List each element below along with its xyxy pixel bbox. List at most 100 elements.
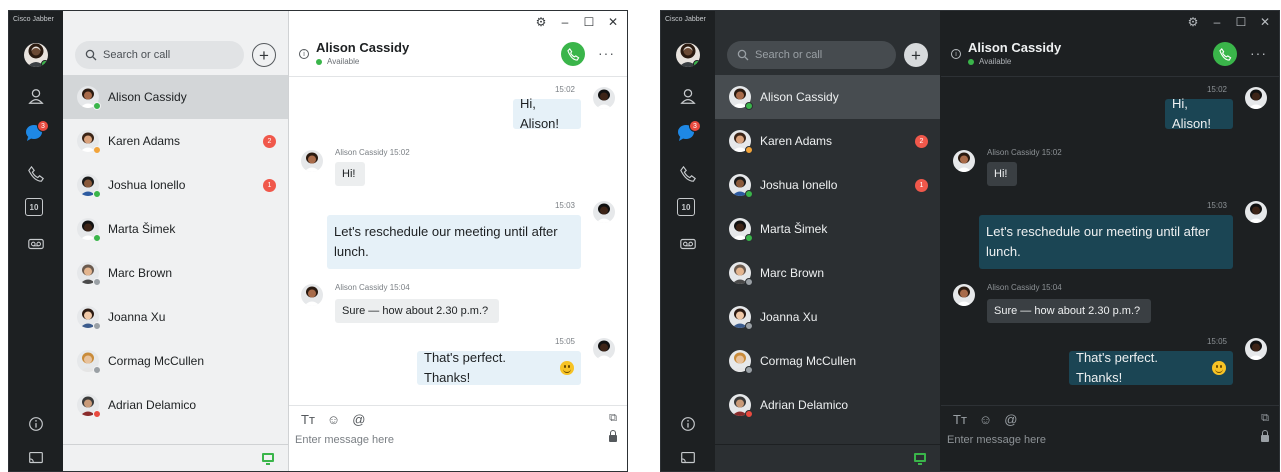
info-icon[interactable] <box>25 413 47 435</box>
contact-item[interactable]: Cormag McCullen <box>715 339 940 383</box>
popout-icon[interactable]: ⧉ <box>609 412 617 425</box>
contact-panel-footer <box>715 444 940 471</box>
contact-avatar <box>729 174 753 198</box>
cast-icon[interactable] <box>25 447 47 469</box>
contact-item[interactable]: Marta Šimek <box>63 207 288 251</box>
my-avatar[interactable] <box>676 43 700 67</box>
text-format-icon[interactable]: Tт <box>953 412 967 427</box>
maximize-button[interactable]: ☐ <box>1235 16 1247 28</box>
contact-info-icon[interactable]: i <box>951 49 961 59</box>
contact-avatar <box>729 394 753 418</box>
mention-icon[interactable]: @ <box>352 412 365 427</box>
conversation-pane: ⚙ – ☐ ✕ i Alison Cassidy Available ··· 1… <box>289 11 627 471</box>
contact-item[interactable]: Adrian Delamico <box>715 383 940 427</box>
presence-dot <box>93 410 101 418</box>
more-options-button[interactable]: ··· <box>598 45 615 61</box>
phone-icon <box>566 47 579 61</box>
contact-avatar <box>77 306 101 330</box>
search-input[interactable]: Search or call <box>727 41 896 69</box>
contact-item[interactable]: Joshua Ionello 1 <box>715 163 940 207</box>
unread-badge: 2 <box>263 135 276 148</box>
contact-item[interactable]: Karen Adams 2 <box>715 119 940 163</box>
call-button[interactable] <box>561 42 585 66</box>
close-button[interactable]: ✕ <box>1259 16 1271 28</box>
contact-name: Cormag McCullen <box>108 354 205 368</box>
contact-item[interactable]: Marc Brown <box>63 251 288 295</box>
contact-avatar <box>77 262 101 286</box>
close-button[interactable]: ✕ <box>607 16 619 28</box>
peer-name: Alison Cassidy <box>316 40 410 55</box>
message-text: Hi, Alison! <box>520 96 560 131</box>
message-text: Hi! <box>994 168 1008 180</box>
contact-info-icon[interactable]: i <box>299 49 309 59</box>
contact-item[interactable]: Adrian Delamico <box>63 383 288 427</box>
message-text: Let's reschedule our meeting until after… <box>986 224 1210 259</box>
nav-rail: Cisco Jabber 3 10 <box>9 11 63 471</box>
monitor-icon[interactable] <box>262 453 274 465</box>
phone-icon[interactable] <box>25 163 47 185</box>
search-input[interactable]: Search or call <box>75 41 244 69</box>
contact-item[interactable]: Alison Cassidy <box>63 75 288 119</box>
contact-item[interactable]: Alison Cassidy <box>715 75 940 119</box>
calendar-icon[interactable]: 10 <box>677 198 695 216</box>
contact-item[interactable]: Joanna Xu <box>715 295 940 339</box>
contact-avatar <box>729 130 753 154</box>
emoji-icon[interactable]: ☺ <box>979 412 992 427</box>
message-time: 15:05 <box>554 337 575 346</box>
message-header: Alison Cassidy 15:04 <box>987 283 1062 292</box>
app-title: Cisco Jabber <box>665 16 706 23</box>
add-contact-button[interactable]: + <box>904 43 928 67</box>
outgoing-message: Hi, Alison! <box>513 96 581 131</box>
phone-icon[interactable] <box>677 163 699 185</box>
monitor-icon[interactable] <box>914 453 926 465</box>
search-placeholder: Search or call <box>755 49 823 61</box>
text-format-icon[interactable]: Tт <box>301 412 315 427</box>
presence-dot <box>93 190 101 198</box>
settings-icon[interactable]: ⚙ <box>535 16 547 28</box>
add-contact-button[interactable]: + <box>252 43 276 67</box>
contact-avatar <box>729 262 753 286</box>
message-text: That's perfect. Thanks! <box>424 350 506 385</box>
calendar-icon[interactable]: 10 <box>25 198 43 216</box>
contacts-icon[interactable] <box>25 85 47 107</box>
message-time: 15:05 <box>1206 337 1227 346</box>
more-options-button[interactable]: ··· <box>1250 45 1267 61</box>
contact-avatar <box>77 394 101 418</box>
emoji-icon[interactable]: ☺ <box>327 412 340 427</box>
contact-item[interactable]: Joanna Xu <box>63 295 288 339</box>
status-dot <box>316 58 322 65</box>
voicemail-icon[interactable] <box>25 233 47 255</box>
contact-list: Alison Cassidy Karen Adams 2 Joshua Ionello… <box>715 75 940 427</box>
message-input[interactable]: Enter message here <box>295 434 394 446</box>
message-header: Alison Cassidy 15:04 <box>335 283 410 292</box>
my-avatar[interactable] <box>24 43 48 67</box>
voicemail-icon[interactable] <box>677 233 699 255</box>
presence-dot <box>745 322 753 330</box>
settings-icon[interactable]: ⚙ <box>1187 16 1199 28</box>
outgoing-message: Hi, Alison! <box>1165 96 1233 131</box>
lock-icon <box>609 430 617 442</box>
contact-name: Marta Šimek <box>108 222 176 236</box>
popout-icon[interactable]: ⧉ <box>1261 412 1269 425</box>
incoming-message: Sure — how about 2.30 p.m.? <box>335 299 499 323</box>
minimize-button[interactable]: – <box>1211 16 1223 28</box>
message-input[interactable]: Enter message here <box>947 434 1046 446</box>
mention-icon[interactable]: @ <box>1004 412 1017 427</box>
contact-item[interactable]: Joshua Ionello 1 <box>63 163 288 207</box>
my-status-dot <box>41 60 48 67</box>
contact-item[interactable]: Karen Adams 2 <box>63 119 288 163</box>
contact-item[interactable]: Cormag McCullen <box>63 339 288 383</box>
presence-dot <box>745 366 753 374</box>
contacts-icon[interactable] <box>677 85 699 107</box>
contact-item[interactable]: Marc Brown <box>715 251 940 295</box>
cast-icon[interactable] <box>677 447 699 469</box>
minimize-button[interactable]: – <box>559 16 571 28</box>
outgoing-message: That's perfect. Thanks! <box>417 350 581 385</box>
contact-item[interactable]: Marta Šimek <box>715 207 940 251</box>
call-button[interactable] <box>1213 42 1237 66</box>
contact-name: Joshua Ionello <box>108 178 186 192</box>
info-icon[interactable] <box>677 413 699 435</box>
conversation-header: ⚙ – ☐ ✕ i Alison Cassidy Available ··· <box>289 11 627 77</box>
contact-name: Alison Cassidy <box>760 90 839 104</box>
maximize-button[interactable]: ☐ <box>583 16 595 28</box>
